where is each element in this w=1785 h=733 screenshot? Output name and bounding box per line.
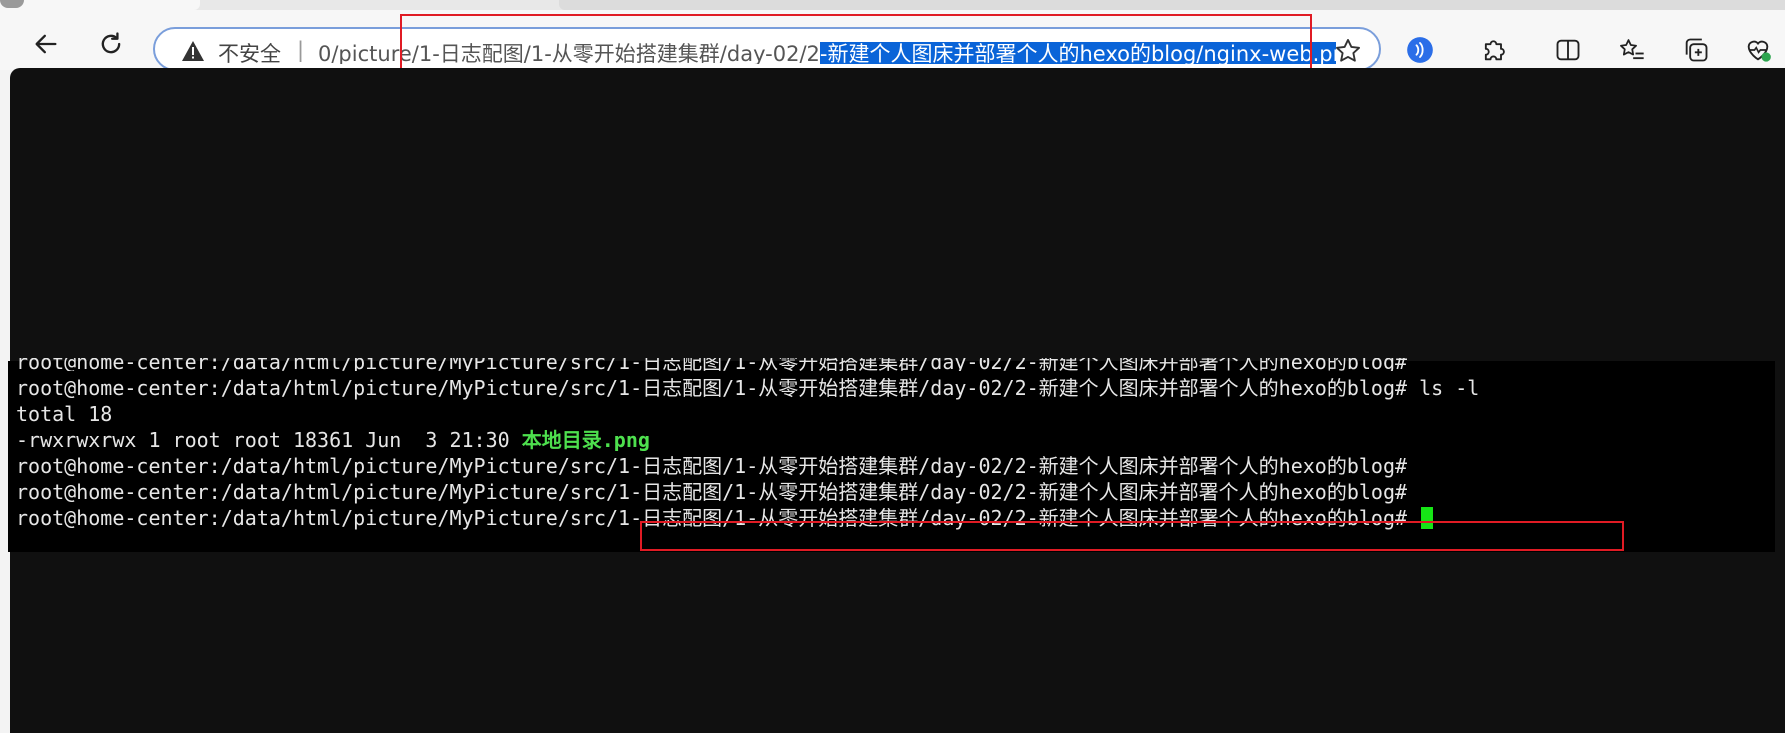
- terminal-line-file: -rwxrwxrwx 1 root root 18361 Jun 3 21:30…: [16, 427, 650, 453]
- split-screen-button[interactable]: [1552, 34, 1584, 66]
- prompt-text: root@home-center:/data/html/picture/MyPi…: [16, 376, 1408, 400]
- tab-strip: [0, 0, 1785, 10]
- refresh-button[interactable]: [93, 26, 129, 62]
- terminal-line-prompt: root@home-center:/data/html/picture/MyPi…: [16, 480, 1408, 504]
- collections-button[interactable]: [1680, 34, 1712, 66]
- browser-tab[interactable]: [0, 0, 200, 10]
- read-aloud-button[interactable]: [1404, 34, 1436, 66]
- favorite-star-icon[interactable]: [1333, 37, 1363, 65]
- command-text: ls -l: [1407, 376, 1480, 400]
- browser-essentials-button[interactable]: [1742, 34, 1774, 66]
- terminal-line-partial: root@home-center:/data/html/picture/MyPi…: [16, 358, 1407, 371]
- warning-icon[interactable]: [181, 40, 205, 62]
- back-button[interactable]: [28, 26, 64, 62]
- refresh-icon: [101, 32, 121, 54]
- terminal-line-total: total 18: [16, 402, 113, 426]
- split-screen-icon: [1556, 39, 1580, 61]
- read-aloud-icon: [1407, 37, 1433, 63]
- heart-pulse-icon: [1747, 40, 1771, 62]
- path-highlight-box: [640, 521, 1624, 551]
- favorites-list-icon: [1620, 39, 1644, 60]
- terminal-line-prompt: root@home-center:/data/html/picture/MyPi…: [16, 454, 1408, 478]
- terminal-line-command: root@home-center:/data/html/picture/MyPi…: [16, 375, 1479, 401]
- security-status-label[interactable]: 不安全: [218, 38, 281, 68]
- browser-tab-inactive[interactable]: [559, 0, 1785, 10]
- terminal-line-partial-text: root@home-center:/data/html/picture/MyPi…: [16, 358, 1408, 371]
- collections-icon: [1685, 38, 1708, 62]
- puzzle-icon: [1484, 40, 1505, 61]
- file-name-text: 本地目录.png: [521, 428, 650, 452]
- back-arrow-icon: [35, 34, 57, 54]
- file-meta-text: -rwxrwxrwx 1 root root 18361 Jun 3 21:30: [16, 428, 522, 452]
- favorites-button[interactable]: [1616, 34, 1648, 66]
- extensions-button[interactable]: [1478, 34, 1510, 66]
- address-separator: |: [297, 38, 305, 62]
